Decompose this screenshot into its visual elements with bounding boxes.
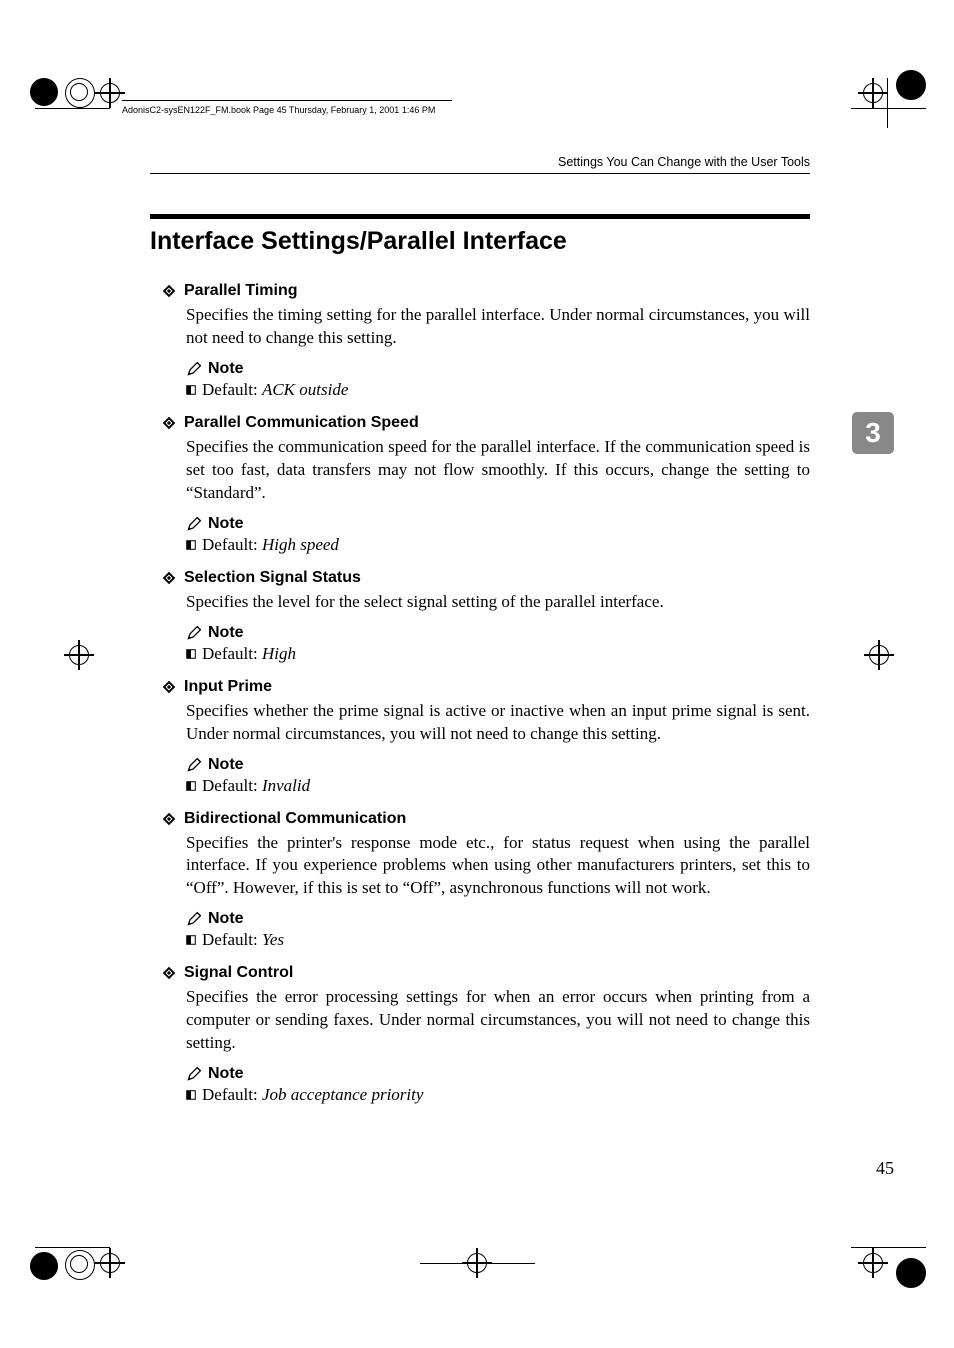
crop-line	[887, 78, 888, 128]
note-heading: Note	[186, 910, 810, 928]
crop-mark-icon	[64, 640, 94, 670]
default-label: Default:	[202, 535, 262, 554]
chapter-tab: 3	[852, 412, 894, 454]
setting-description: Specifies the level for the select signa…	[186, 591, 810, 614]
crop-mark-icon	[864, 640, 894, 670]
crop-mark-icon	[95, 78, 125, 108]
note-body: Default: Invalid	[186, 776, 810, 796]
pencil-icon	[186, 625, 202, 641]
note-label: Note	[208, 910, 244, 928]
registration-mark-icon	[30, 78, 58, 106]
crop-line	[35, 1247, 110, 1248]
box-bullet-icon	[186, 1090, 196, 1100]
default-value: High	[262, 644, 296, 663]
default-value: High speed	[262, 535, 339, 554]
section-title: Interface Settings/Parallel Interface	[150, 227, 810, 256]
setting-title: Parallel Communication Speed	[184, 414, 419, 432]
pencil-icon	[186, 1066, 202, 1082]
setting-heading: Input Prime	[162, 678, 810, 696]
pencil-icon	[186, 911, 202, 927]
book-header: AdonisC2-sysEN122F_FM.book Page 45 Thurs…	[122, 100, 452, 115]
registration-mark-icon	[896, 70, 926, 100]
note-body: Default: Yes	[186, 930, 810, 950]
default-label: Default:	[202, 1085, 262, 1104]
diamond-bullet-icon	[162, 284, 176, 298]
default-label: Default:	[202, 930, 262, 949]
setting-title: Selection Signal Status	[184, 569, 361, 587]
note-label: Note	[208, 756, 244, 774]
default-value: Invalid	[262, 776, 310, 795]
registration-mark-icon	[896, 1258, 926, 1288]
note-label: Note	[208, 515, 244, 533]
pencil-icon	[186, 757, 202, 773]
setting-description: Specifies the printer's response mode et…	[186, 832, 810, 901]
crop-line	[851, 1247, 926, 1248]
diamond-bullet-icon	[162, 416, 176, 430]
running-header: Settings You Can Change with the User To…	[150, 155, 810, 174]
setting-item: Signal Control Specifies the error proces…	[150, 964, 810, 1105]
note-label: Note	[208, 624, 244, 642]
default-value: Job acceptance priority	[262, 1085, 423, 1104]
default-value: Yes	[262, 930, 284, 949]
setting-description: Specifies whether the prime signal is ac…	[186, 700, 810, 746]
setting-title: Input Prime	[184, 678, 272, 696]
note-body: Default: High speed	[186, 535, 810, 555]
crop-line	[35, 108, 110, 109]
setting-description: Specifies the timing setting for the par…	[186, 304, 810, 350]
registration-mark-icon	[30, 1252, 58, 1280]
crop-line	[851, 108, 926, 109]
setting-heading: Selection Signal Status	[162, 569, 810, 587]
box-bullet-icon	[186, 781, 196, 791]
setting-item: Bidirectional Communication Specifies the…	[150, 810, 810, 951]
registration-mark-icon	[65, 1250, 95, 1280]
page-number: 45	[876, 1158, 894, 1179]
page-content: Settings You Can Change with the User To…	[150, 155, 810, 1119]
crop-mark-icon	[95, 1248, 125, 1278]
diamond-bullet-icon	[162, 812, 176, 826]
note-body: Default: ACK outside	[186, 380, 810, 400]
diamond-bullet-icon	[162, 571, 176, 585]
pencil-icon	[186, 516, 202, 532]
default-value: ACK outside	[262, 380, 348, 399]
crop-line	[420, 1263, 535, 1264]
setting-item: Selection Signal Status Specifies the lev…	[150, 569, 810, 664]
pencil-icon	[186, 361, 202, 377]
setting-description: Specifies the communication speed for th…	[186, 436, 810, 505]
crop-mark-icon	[858, 78, 888, 108]
setting-item: Input Prime Specifies whether the prime s…	[150, 678, 810, 796]
note-heading: Note	[186, 360, 810, 378]
setting-heading: Signal Control	[162, 964, 810, 982]
note-heading: Note	[186, 515, 810, 533]
setting-heading: Parallel Communication Speed	[162, 414, 810, 432]
default-label: Default:	[202, 644, 262, 663]
note-body: Default: High	[186, 644, 810, 664]
setting-heading: Bidirectional Communication	[162, 810, 810, 828]
box-bullet-icon	[186, 540, 196, 550]
note-label: Note	[208, 1065, 244, 1083]
default-label: Default:	[202, 380, 262, 399]
setting-heading: Parallel Timing	[162, 282, 810, 300]
setting-item: Parallel Timing Specifies the timing sett…	[150, 282, 810, 400]
box-bullet-icon	[186, 649, 196, 659]
note-heading: Note	[186, 756, 810, 774]
setting-description: Specifies the error processing settings …	[186, 986, 810, 1055]
registration-mark-icon	[65, 78, 95, 108]
setting-title: Parallel Timing	[184, 282, 298, 300]
note-label: Note	[208, 360, 244, 378]
note-heading: Note	[186, 1065, 810, 1083]
default-label: Default:	[202, 776, 262, 795]
setting-item: Parallel Communication Speed Specifies th…	[150, 414, 810, 555]
crop-mark-icon	[858, 1248, 888, 1278]
setting-title: Signal Control	[184, 964, 293, 982]
box-bullet-icon	[186, 385, 196, 395]
setting-title: Bidirectional Communication	[184, 810, 406, 828]
heading-rule	[150, 214, 810, 219]
diamond-bullet-icon	[162, 680, 176, 694]
note-heading: Note	[186, 624, 810, 642]
note-body: Default: Job acceptance priority	[186, 1085, 810, 1105]
diamond-bullet-icon	[162, 966, 176, 980]
box-bullet-icon	[186, 935, 196, 945]
